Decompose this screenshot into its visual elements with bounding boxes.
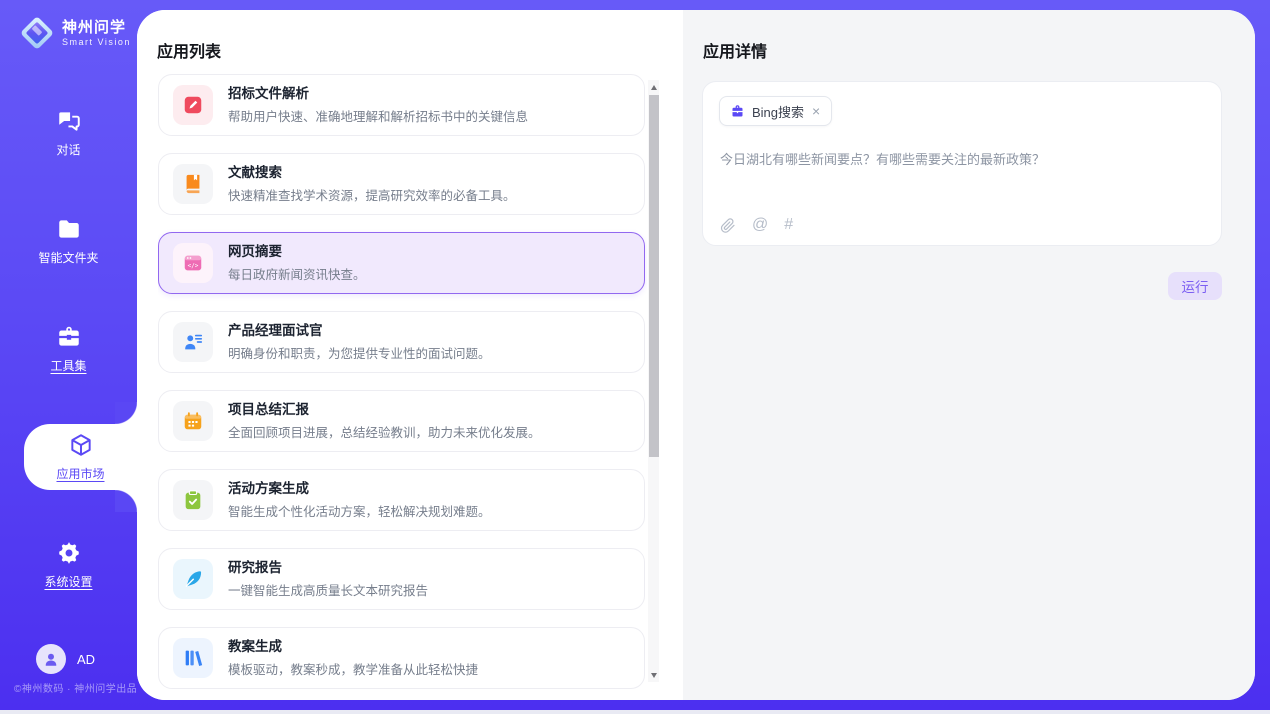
- app-detail-panel: 应用详情 Bing搜索 × 今日湖北有哪些新闻要点？有哪些需要关注的最新政策？ …: [683, 10, 1255, 700]
- clipboard-check-icon: [182, 489, 204, 511]
- tool-chip-bing-search[interactable]: Bing搜索 ×: [719, 96, 832, 126]
- scroll-up-button[interactable]: [648, 80, 659, 94]
- app-list-panel: 应用列表 招标文件解析 帮助用户快速、准确地理解和解析招标书中的关键信息 文献搜…: [137, 10, 683, 700]
- app-item-desc: 全面回顾项目进展，总结经验教训，助力未来优化发展。: [228, 422, 541, 441]
- sidebar-item-label: 应用市场: [56, 465, 104, 482]
- app-list-item[interactable]: 项目总结汇报 全面回顾项目进展，总结经验教训，助力未来优化发展。: [158, 390, 645, 452]
- tool-chip-label: Bing搜索: [752, 102, 804, 121]
- books-icon: [182, 647, 204, 669]
- sidebar-item-label: 工具集: [50, 357, 86, 374]
- app-list-title: 应用列表: [157, 38, 221, 62]
- app-item-title: 项目总结汇报: [228, 401, 541, 419]
- app-list-item[interactable]: 教案生成 模板驱动，教案秒成，教学准备从此轻松快捷: [158, 627, 645, 689]
- sidebar-item-gear[interactable]: 系统设置: [0, 532, 137, 598]
- sidebar-item-label: 智能文件夹: [38, 249, 98, 266]
- pen-square-icon: [182, 94, 204, 116]
- app-list-item[interactable]: </> 网页摘要 每日政府新闻资讯快查。: [158, 232, 645, 294]
- sidebar-item-toolbox[interactable]: 工具集: [0, 316, 137, 382]
- sidebar-item-label: 对话: [56, 141, 80, 158]
- folder-icon: [56, 216, 82, 242]
- app-window: 神州问学 Smart Vision 对话 智能文件夹 工具集 应用市场 系统设置…: [0, 0, 1270, 714]
- app-icon-tile: </>: [173, 243, 213, 283]
- app-list-item[interactable]: 研究报告 一键智能生成高质量长文本研究报告: [158, 548, 645, 610]
- toolbox-icon: [56, 324, 82, 350]
- user-menu[interactable]: AD: [36, 644, 95, 674]
- app-icon-tile: [173, 559, 213, 599]
- sidebar-nav: 对话 智能文件夹 工具集 应用市场 系统设置: [0, 100, 137, 640]
- app-detail-title: 应用详情: [703, 38, 767, 62]
- quill-icon: [182, 568, 204, 590]
- app-list-item[interactable]: 产品经理面试官 明确身份和职责，为您提供专业性的面试问题。: [158, 311, 645, 373]
- interview-icon: [182, 331, 204, 353]
- calendar-icon: [182, 410, 204, 432]
- app-icon-tile: [173, 480, 213, 520]
- brand-subtitle: Smart Vision: [62, 37, 131, 47]
- sidebar-item-chat[interactable]: 对话: [0, 100, 137, 166]
- app-item-desc: 每日政府新闻资讯快查。: [228, 264, 366, 283]
- app-item-desc: 明确身份和职责，为您提供专业性的面试问题。: [228, 343, 491, 362]
- paperclip-icon[interactable]: [720, 217, 736, 233]
- app-item-title: 研究报告: [228, 559, 428, 577]
- scrollbar: [648, 80, 659, 682]
- briefcase-icon: [730, 104, 745, 119]
- prompt-text-input[interactable]: 今日湖北有哪些新闻要点？有哪些需要关注的最新政策？: [720, 150, 1205, 170]
- cube-icon: [68, 432, 94, 458]
- user-icon: [42, 650, 60, 668]
- app-item-desc: 智能生成个性化活动方案，轻松解决规划难题。: [228, 501, 491, 520]
- app-item-desc: 快速精准查找学术资源，提高研究效率的必备工具。: [228, 185, 516, 204]
- app-icon-tile: [173, 164, 213, 204]
- app-list-item[interactable]: 活动方案生成 智能生成个性化活动方案，轻松解决规划难题。: [158, 469, 645, 531]
- app-item-desc: 模板驱动，教案秒成，教学准备从此轻松快捷: [228, 659, 478, 678]
- hash-icon[interactable]: #: [784, 216, 793, 234]
- sidebar-item-cube[interactable]: 应用市场: [24, 424, 137, 490]
- chat-icon: [56, 108, 82, 134]
- input-toolbar: @ #: [720, 216, 793, 234]
- main-content: 应用列表 招标文件解析 帮助用户快速、准确地理解和解析招标书中的关键信息 文献搜…: [137, 10, 1255, 700]
- browser-icon: </>: [182, 252, 204, 274]
- chip-close-icon[interactable]: ×: [811, 104, 821, 118]
- app-item-title: 活动方案生成: [228, 480, 491, 498]
- app-item-title: 网页摘要: [228, 243, 366, 261]
- sidebar: 神州问学 Smart Vision 对话 智能文件夹 工具集 应用市场 系统设置…: [0, 0, 137, 710]
- app-item-title: 文献搜索: [228, 164, 516, 182]
- diamond-logo-icon: [20, 16, 54, 50]
- app-icon-tile: [173, 85, 213, 125]
- gear-icon: [56, 540, 82, 566]
- at-sign-icon[interactable]: @: [752, 216, 768, 234]
- sidebar-item-label: 系统设置: [44, 573, 92, 590]
- brand-logo: 神州问学 Smart Vision: [20, 16, 131, 50]
- scrollbar-thumb[interactable]: [649, 95, 659, 457]
- book-icon: [182, 173, 204, 195]
- app-icon-tile: [173, 638, 213, 678]
- app-item-title: 教案生成: [228, 638, 478, 656]
- scroll-down-button[interactable]: [648, 668, 659, 682]
- app-item-desc: 帮助用户快速、准确地理解和解析招标书中的关键信息: [228, 106, 528, 125]
- app-item-title: 产品经理面试官: [228, 322, 491, 340]
- app-list: 招标文件解析 帮助用户快速、准确地理解和解析招标书中的关键信息 文献搜索 快速精…: [158, 74, 647, 690]
- run-button[interactable]: 运行: [1168, 272, 1222, 300]
- svg-text:</>: </>: [188, 262, 199, 269]
- app-icon-tile: [173, 322, 213, 362]
- app-item-title: 招标文件解析: [228, 85, 528, 103]
- app-icon-tile: [173, 401, 213, 441]
- app-list-item[interactable]: 文献搜索 快速精准查找学术资源，提高研究效率的必备工具。: [158, 153, 645, 215]
- user-name: AD: [77, 652, 95, 667]
- avatar[interactable]: [36, 644, 66, 674]
- app-list-item[interactable]: 招标文件解析 帮助用户快速、准确地理解和解析招标书中的关键信息: [158, 74, 645, 136]
- sidebar-footer: ©神州数码 · 神州问学出品: [14, 680, 137, 695]
- sidebar-item-folder[interactable]: 智能文件夹: [0, 208, 137, 274]
- app-item-desc: 一键智能生成高质量长文本研究报告: [228, 580, 428, 599]
- prompt-card: Bing搜索 × 今日湖北有哪些新闻要点？有哪些需要关注的最新政策？ @ #: [702, 81, 1222, 246]
- brand-name: 神州问学: [62, 19, 131, 36]
